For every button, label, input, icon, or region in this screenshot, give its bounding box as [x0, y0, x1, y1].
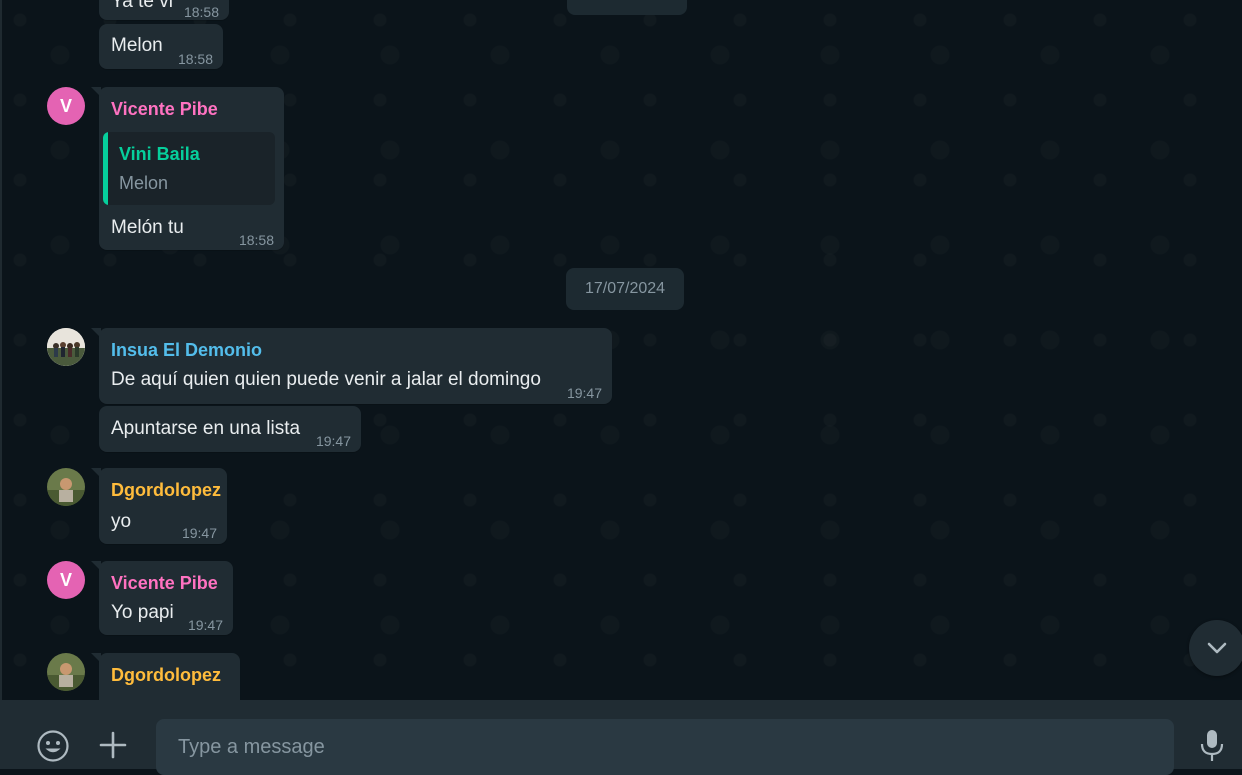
avatar[interactable] [47, 468, 85, 506]
message-bubble: Ya te vi 18:58 [99, 0, 229, 20]
message-input[interactable] [156, 719, 1174, 775]
message-text: Melón tu [111, 217, 184, 238]
message-text: Ya te vi [111, 0, 173, 12]
message-time: 19:47 [315, 433, 351, 449]
avatar[interactable]: V [47, 561, 85, 599]
sender-name[interactable]: Insua El Demonio [111, 338, 262, 362]
message-bubble: Dgordolopez [91, 653, 240, 700]
message-time: 18:58 [177, 51, 213, 67]
plus-icon [99, 731, 127, 759]
message-bubble: Vicente Pibe Yo papi 19:47 [91, 561, 233, 635]
avatar-letter: V [59, 569, 72, 590]
chevron-down-icon [1207, 642, 1227, 654]
quote-text: Melon [119, 173, 169, 193]
avatar[interactable] [47, 653, 85, 691]
message-bubble: Vicente Pibe Vini Baila Melon Melón tu 1… [91, 87, 284, 250]
message-text: Melon [111, 35, 163, 56]
message-text: yo [111, 511, 132, 532]
avatar-letter: V [59, 95, 72, 116]
emoji-button[interactable] [33, 726, 73, 766]
quote-sender: Vini Baila [119, 144, 200, 164]
sender-name[interactable]: Dgordolopez [111, 478, 221, 502]
message-time: 18:58 [183, 4, 219, 20]
message-bubble: Dgordolopez yo 19:47 [91, 468, 227, 544]
emoji-icon [37, 730, 69, 762]
message-time: 18:58 [238, 232, 274, 248]
avatar[interactable] [47, 328, 85, 366]
date-divider-partial [567, 0, 687, 15]
message-text: De aquí quien quien puede venir a jalar … [111, 369, 541, 390]
message-time: 19:47 [181, 525, 217, 541]
panel-divider [0, 0, 2, 769]
chat-messages-area: Ya te vi 18:58 Melon 18:58 V Vicente Pib… [0, 0, 1242, 700]
message-time: 19:47 [187, 617, 223, 633]
scroll-to-bottom-button[interactable] [1189, 620, 1242, 676]
attach-button[interactable] [96, 726, 130, 764]
mic-icon [1200, 730, 1224, 761]
avatar[interactable]: V [47, 87, 85, 125]
quoted-message[interactable]: Vini Baila Melon [103, 132, 275, 205]
message-bubble: Apuntarse en una lista 19:47 [99, 406, 361, 452]
quote-accent-bar [103, 132, 108, 205]
voice-message-button[interactable] [1194, 726, 1230, 766]
message-text: Apuntarse en una lista [111, 418, 301, 439]
sender-name[interactable]: Vicente Pibe [111, 571, 218, 595]
profile-photo-icon [47, 653, 85, 691]
message-text: Yo papi [111, 602, 174, 623]
date-divider: 17/07/2024 [566, 268, 684, 310]
message-time: 19:47 [566, 385, 602, 401]
sender-name[interactable]: Vicente Pibe [111, 97, 218, 121]
profile-photo-icon [47, 468, 85, 506]
message-composer [0, 700, 1242, 775]
sender-name[interactable]: Dgordolopez [111, 663, 221, 687]
group-photo-icon [47, 328, 85, 366]
message-bubble: Insua El Demonio De aquí quien quien pue… [91, 328, 612, 404]
message-bubble: Melon 18:58 [99, 24, 223, 69]
